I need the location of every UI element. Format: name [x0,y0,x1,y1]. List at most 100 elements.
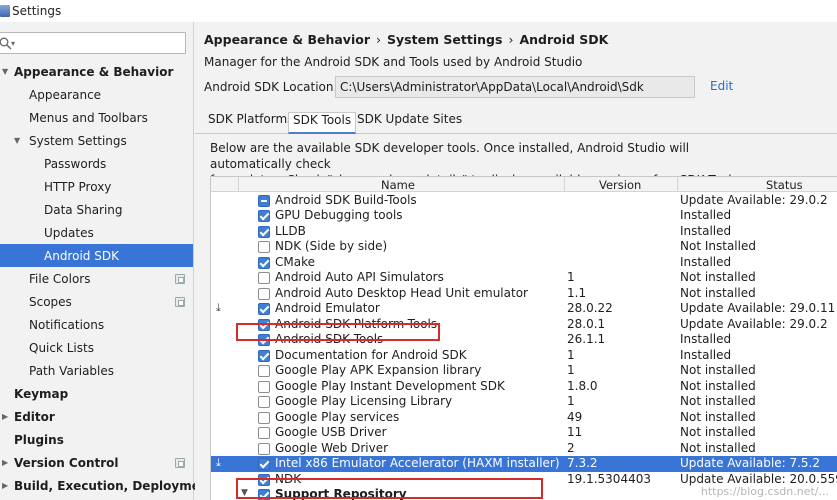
expanded-arrow-icon[interactable]: ▼ [241,488,248,498]
table-row[interactable]: CMake Installed [211,255,837,271]
column-header-status[interactable]: Status [766,178,803,192]
tool-version: 1.8.0 [567,378,598,393]
sidebar-item[interactable]: Menus and Toolbars [0,106,193,129]
table-row[interactable]: Google Play services 49 Not installed [211,410,837,426]
sidebar-item-label: Appearance [29,87,102,102]
sidebar-item[interactable]: ▶ Build, Execution, Deployment [0,474,214,497]
table-row[interactable]: Google Web Driver 2 Not installed [211,441,837,457]
tool-checkbox[interactable] [258,489,270,500]
sdk-location-label: Android SDK Location: [204,80,338,94]
column-header-name[interactable]: Name [381,178,415,192]
sidebar-item[interactable]: Data Sharing [0,198,193,221]
sidebar-item[interactable]: Scopes [0,290,193,313]
tool-status: Not installed [680,394,756,408]
sidebar-item[interactable]: Passwords [0,152,193,175]
collapsed-arrow-icon[interactable]: ▶ [2,481,8,490]
column-header-version[interactable]: Version [599,178,641,192]
tab-sdk-tools[interactable]: SDK Tools [288,112,357,134]
collapsed-arrow-icon[interactable]: ▶ [2,412,8,421]
sidebar-item[interactable]: HTTP Proxy [0,175,193,198]
breadcrumb-item: System Settings [387,32,503,47]
tool-name: GPU Debugging tools [275,208,403,222]
tool-checkbox[interactable] [258,442,270,455]
tool-checkbox[interactable] [258,427,270,439]
tool-name: Google Play Licensing Library [275,394,453,408]
tool-checkbox[interactable] [258,349,270,362]
download-icon: ⤓ [216,456,221,469]
collapsed-arrow-icon[interactable]: ▶ [2,458,8,467]
tab-sdk-platforms[interactable]: SDK Platforms [204,112,297,134]
sidebar-item[interactable]: ▶ Version Control [0,451,193,474]
tool-checkbox[interactable] [258,210,270,222]
breadcrumb-separator: › [508,32,514,47]
table-row[interactable]: Documentation for Android SDK 1 Installed [211,348,837,364]
table-row[interactable]: LLDB Installed [211,224,837,240]
tool-checkbox[interactable] [258,256,270,269]
table-row[interactable]: ⤓ Intel x86 Emulator Accelerator (HAXM in… [211,456,837,472]
tool-name: Android Auto Desktop Head Unit emulator [275,285,528,300]
table-row[interactable]: Android Auto API Simulators 1 Not installe… [211,270,837,286]
sidebar-item[interactable]: Plugins [0,428,193,451]
sidebar-item[interactable]: ▼ System Settings [0,129,193,152]
tool-name: Google Play services [275,409,400,424]
sidebar-item[interactable]: Appearance [0,83,193,106]
table-row[interactable]: Android Auto Desktop Head Unit emulator 1… [211,286,837,302]
sidebar-item[interactable]: Keymap [0,382,193,405]
sidebar-item-label: Data Sharing [44,202,123,217]
tool-status: Not installed [680,270,756,284]
tool-checkbox[interactable] [258,334,270,346]
table-row[interactable]: Android SDK Build-Tools Update Available:… [211,193,837,209]
edit-location-link[interactable]: Edit [710,79,733,93]
tool-checkbox[interactable] [258,473,270,486]
table-row[interactable]: Google USB Driver 11 Not installed [211,425,837,441]
tool-name: Android SDK Build-Tools [275,192,417,207]
tool-checkbox[interactable] [258,225,270,238]
expanded-arrow-icon[interactable]: ▼ [2,67,8,76]
tool-checkbox[interactable] [258,396,270,408]
table-row[interactable]: Google Play Licensing Library 1 Not instal… [211,394,837,410]
sidebar-item[interactable]: Quick Lists [0,336,193,359]
tab-sdk-update-sites[interactable]: SDK Update Sites [353,112,466,134]
sidebar-item[interactable]: Updates [0,221,193,244]
expanded-arrow-icon[interactable]: ▼ [14,136,20,145]
tool-checkbox[interactable] [258,458,270,470]
table-row[interactable]: ⤓ Android Emulator 28.0.22 Update Available… [211,301,837,317]
tool-checkbox[interactable] [258,380,270,393]
tool-checkbox[interactable] [258,287,270,300]
tool-checkbox[interactable] [258,272,270,284]
tool-checkbox[interactable] [258,194,270,207]
project-scope-icon [175,296,185,307]
sidebar-item-label: Quick Lists [29,340,94,355]
sdk-location-field[interactable]: C:\Users\Administrator\AppData\Local\And… [335,76,695,98]
sidebar-item[interactable]: Path Variables [0,359,193,382]
tool-name: Android SDK Tools [275,332,384,346]
tool-status: Installed [680,347,732,362]
tool-checkbox[interactable] [258,411,270,424]
sidebar-item[interactable]: ▼ Appearance & Behavior [0,60,193,83]
table-row[interactable]: NDK (Side by side) Not Installed [211,239,837,255]
sidebar-item[interactable]: ▶ Editor [0,405,193,428]
sidebar-item[interactable]: Notifications [0,313,193,336]
tool-version: 7.3.2 [567,456,598,470]
table-row[interactable]: Android SDK Tools 26.1.1 Installed [211,332,837,348]
tool-checkbox[interactable] [258,365,270,377]
tool-checkbox[interactable] [258,303,270,315]
sidebar-item[interactable]: Android SDK [0,244,193,267]
search-dropdown-icon[interactable]: ▾ [11,39,15,48]
title-bar: Settings [0,0,837,22]
sidebar-item-label: Keymap [14,386,69,401]
tool-name: CMake [275,254,315,269]
table-row[interactable]: Android SDK Platform-Tools 28.0.1 Update A… [211,317,837,333]
tool-version: 26.1.1 [567,332,606,346]
search-input[interactable]: ▾ [0,32,186,54]
tool-name: NDK [275,471,302,486]
sidebar-item-label: HTTP Proxy [44,179,112,194]
tool-checkbox[interactable] [258,318,270,331]
tool-status: Not installed [680,285,756,300]
table-row[interactable]: Google Play APK Expansion library 1 Not in… [211,363,837,379]
table-row[interactable]: Google Play Instant Development SDK 1.8.0… [211,379,837,395]
sidebar-item[interactable]: File Colors [0,267,193,290]
table-row[interactable]: GPU Debugging tools Installed [211,208,837,224]
tool-version: 1 [567,270,575,284]
tool-checkbox[interactable] [258,241,270,253]
